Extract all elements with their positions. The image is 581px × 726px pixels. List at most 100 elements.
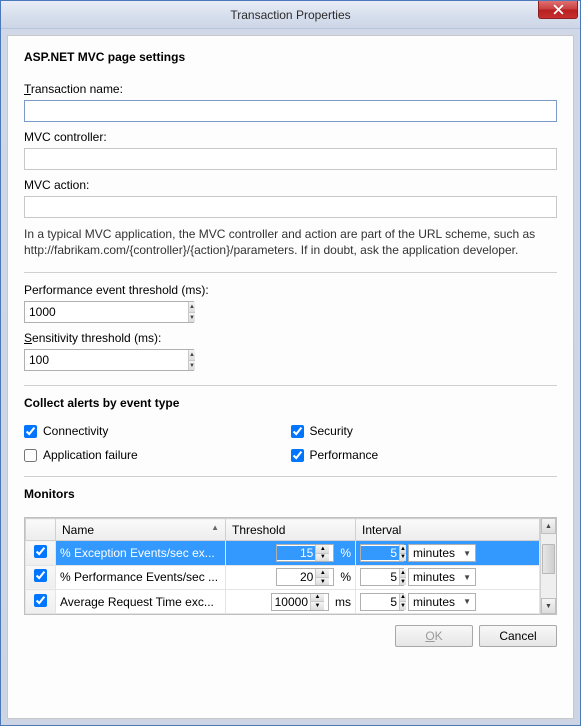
- table-row[interactable]: % Performance Events/sec ...▲▼%▲▼minutes…: [26, 565, 540, 589]
- interval-input[interactable]: [361, 595, 399, 609]
- interval-spin-down[interactable]: ▼: [400, 602, 406, 610]
- interval-input[interactable]: [361, 570, 399, 584]
- threshold-input[interactable]: [272, 595, 310, 609]
- threshold-spin-down[interactable]: ▼: [311, 602, 324, 610]
- row-threshold-cell: ▲▼ms: [226, 590, 356, 614]
- sens-spin-up[interactable]: ▲: [189, 350, 195, 361]
- interval-unit-select[interactable]: minutes ▼: [408, 593, 476, 611]
- sens-spin-buttons: ▲ ▼: [188, 350, 195, 370]
- row-check-cell: [26, 541, 56, 565]
- row-check-cell: [26, 565, 56, 589]
- performance-checkbox[interactable]: [291, 449, 304, 462]
- scroll-down-button[interactable]: ▼: [541, 598, 556, 614]
- scroll-track[interactable]: [541, 534, 556, 598]
- interval-spinner[interactable]: ▲▼: [360, 544, 404, 562]
- close-button[interactable]: [538, 1, 578, 19]
- threshold-spin-up[interactable]: ▲: [316, 545, 329, 554]
- mvc-controller-input[interactable]: [24, 148, 557, 170]
- threshold-spinner[interactable]: ▲▼: [271, 593, 329, 611]
- row-checkbox[interactable]: [34, 594, 47, 607]
- security-checkbox-row[interactable]: Security: [291, 424, 558, 438]
- sens-threshold-spinner[interactable]: ▲ ▼: [24, 349, 194, 371]
- dialog-footer: OK Cancel: [24, 625, 557, 647]
- section-monitors-heading: Monitors: [24, 487, 557, 501]
- monitors-scrollbar[interactable]: ▲ ▼: [540, 518, 556, 614]
- interval-spin-down[interactable]: ▼: [400, 578, 406, 586]
- monitors-table[interactable]: Name▲ Threshold Interval % Exception Eve…: [25, 518, 540, 614]
- mvc-action-input[interactable]: [24, 196, 557, 218]
- interval-unit-select[interactable]: minutes▼: [408, 544, 476, 562]
- threshold-input[interactable]: [277, 546, 315, 560]
- sens-spin-down[interactable]: ▼: [189, 361, 195, 371]
- threshold-spin-down[interactable]: ▼: [316, 578, 329, 586]
- threshold-unit: %: [340, 570, 351, 584]
- row-interval-cell: ▲▼minutes▼: [356, 590, 540, 614]
- app-failure-checkbox-row[interactable]: Application failure: [24, 448, 291, 462]
- table-row[interactable]: Average Request Time exc...▲▼ms▲▼minutes…: [26, 590, 540, 614]
- row-interval-cell: ▲▼minutes▼: [356, 565, 540, 589]
- col-threshold[interactable]: Threshold: [226, 519, 356, 541]
- perf-threshold-spinner[interactable]: ▲ ▼: [24, 301, 194, 323]
- interval-spin-down[interactable]: ▼: [400, 554, 406, 562]
- cancel-button[interactable]: Cancel: [479, 625, 557, 647]
- threshold-spin-down[interactable]: ▼: [316, 554, 329, 562]
- transaction-name-label: Transaction name:: [24, 82, 557, 96]
- threshold-spin-up[interactable]: ▲: [316, 569, 329, 578]
- security-checkbox[interactable]: [291, 425, 304, 438]
- chevron-down-icon: ▼: [463, 573, 471, 582]
- titlebar: Transaction Properties: [1, 1, 580, 29]
- col-check[interactable]: [26, 519, 56, 541]
- mvc-hint-text: In a typical MVC application, the MVC co…: [24, 226, 557, 258]
- performance-checkbox-row[interactable]: Performance: [291, 448, 558, 462]
- interval-spin-up[interactable]: ▲: [400, 569, 406, 578]
- threshold-spinner[interactable]: ▲▼: [276, 568, 334, 586]
- threshold-unit: %: [340, 546, 351, 560]
- row-name: Average Request Time exc...: [56, 590, 226, 614]
- perf-spin-down[interactable]: ▼: [189, 313, 195, 323]
- interval-spin-up[interactable]: ▲: [400, 594, 406, 603]
- interval-input[interactable]: [361, 546, 399, 560]
- perf-spin-buttons: ▲ ▼: [188, 302, 195, 322]
- mvc-action-label: MVC action:: [24, 178, 557, 192]
- alerts-grid: Connectivity Security Application failur…: [24, 424, 557, 462]
- perf-spin-up[interactable]: ▲: [189, 302, 195, 313]
- dialog-window: Transaction Properties ASP.NET MVC page …: [0, 0, 581, 726]
- security-label: Security: [310, 424, 353, 438]
- connectivity-checkbox-row[interactable]: Connectivity: [24, 424, 291, 438]
- threshold-input[interactable]: [277, 570, 315, 584]
- dialog-content: ASP.NET MVC page settings Transaction na…: [7, 35, 574, 719]
- sens-threshold-input[interactable]: [25, 350, 188, 370]
- sens-threshold-label: Sensitivity threshold (ms):: [24, 331, 557, 345]
- perf-threshold-input[interactable]: [25, 302, 188, 322]
- interval-unit-label: minutes: [413, 570, 455, 584]
- table-row[interactable]: % Exception Events/sec ex...▲▼%▲▼minutes…: [26, 541, 540, 565]
- col-name[interactable]: Name▲: [56, 519, 226, 541]
- interval-unit-label: minutes: [413, 595, 455, 609]
- interval-unit-label: minutes: [413, 546, 455, 560]
- ok-button[interactable]: OK: [395, 625, 473, 647]
- row-checkbox[interactable]: [34, 569, 47, 582]
- connectivity-label: Connectivity: [43, 424, 108, 438]
- sort-asc-icon: ▲: [211, 523, 219, 532]
- interval-unit-select[interactable]: minutes ▼: [408, 568, 476, 586]
- col-interval[interactable]: Interval: [356, 519, 540, 541]
- row-checkbox[interactable]: [34, 545, 47, 558]
- mvc-controller-label: MVC controller:: [24, 130, 557, 144]
- interval-spinner[interactable]: ▲▼: [360, 593, 404, 611]
- connectivity-checkbox[interactable]: [24, 425, 37, 438]
- row-threshold-cell: ▲▼%: [226, 541, 356, 565]
- chevron-down-icon: ▼: [463, 597, 471, 606]
- threshold-spinner[interactable]: ▲▼: [276, 544, 334, 562]
- monitors-table-container: Name▲ Threshold Interval % Exception Eve…: [24, 517, 557, 615]
- divider-3: [24, 476, 557, 477]
- app-failure-checkbox[interactable]: [24, 449, 37, 462]
- interval-spinner[interactable]: ▲▼: [360, 568, 404, 586]
- row-interval-cell: ▲▼minutes▼: [356, 541, 540, 565]
- threshold-spin-up[interactable]: ▲: [311, 594, 324, 603]
- row-check-cell: [26, 590, 56, 614]
- interval-spin-up[interactable]: ▲: [400, 545, 406, 554]
- scroll-up-button[interactable]: ▲: [541, 518, 556, 534]
- transaction-name-input[interactable]: [24, 100, 557, 122]
- row-name: % Exception Events/sec ex...: [56, 541, 226, 565]
- scroll-thumb[interactable]: [542, 544, 555, 574]
